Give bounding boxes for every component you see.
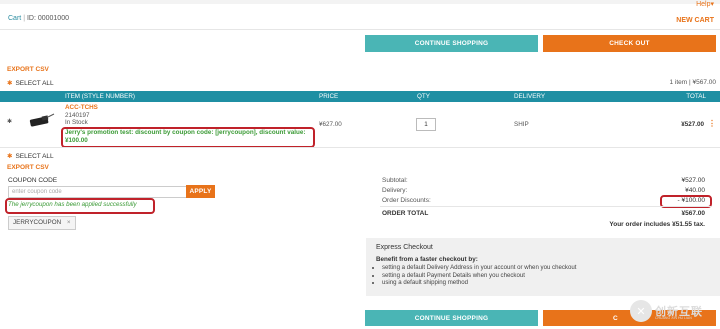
cart-id: ID: 00001000 [26, 15, 69, 22]
select-all-label: SELECT ALL [15, 153, 54, 160]
express-title: Express Checkout [376, 244, 433, 251]
promotion-text: Jerry's promotion test: discount by coup… [65, 129, 305, 144]
continue-shopping-button-bottom[interactable]: CONTINUE SHOPPING [365, 310, 538, 326]
kebab-menu-icon[interactable]: ⋮ [708, 119, 716, 128]
coupon-input[interactable]: enter coupon code [8, 186, 187, 198]
help-link[interactable]: Help▾ [696, 0, 714, 8]
coupon-title: COUPON CODE [8, 177, 58, 184]
star-icon: ✱ [7, 153, 13, 160]
express-benefits: setting a default Delivery Address in yo… [376, 264, 576, 287]
order-total-value: ¥567.00 [681, 210, 706, 217]
coupon-tag: JERRYCOUPON × [8, 216, 76, 230]
select-all-top[interactable]: ✱ SELECT ALL [7, 79, 54, 87]
promotion-line-2: ¥100.00 [65, 136, 88, 144]
row-divider [0, 147, 720, 148]
subtotal-value: ¥527.00 [681, 177, 706, 184]
item-code-link[interactable]: ACC-TCHS [65, 104, 98, 112]
list-item: setting a default Delivery Address in yo… [382, 264, 576, 272]
item-number: 2140197 [65, 111, 90, 119]
cart-title: Cart [8, 15, 22, 22]
stock-status: In Stock [65, 119, 88, 127]
subtotal-label: Subtotal: [382, 177, 408, 184]
col-price: PRICE [319, 93, 339, 100]
delivery-value: ¥40.00 [685, 187, 705, 194]
watermark: ✕ 创新互联 CHUANG XIN HU LIAN [630, 300, 712, 322]
table-header: ITEM (STYLE NUMBER) PRICE QTY DELIVERY T… [0, 91, 720, 102]
coupon-tag-label: JERRYCOUPON [13, 219, 62, 226]
express-subtitle: Benefit from a faster checkout by: [376, 256, 478, 263]
promotion-line-1: Jerry's promotion test: discount by coup… [65, 129, 306, 136]
col-item: ITEM (STYLE NUMBER) [65, 93, 135, 100]
tax-note: Your order includes ¥51.55 tax. [609, 221, 705, 228]
remove-coupon-icon[interactable]: × [67, 219, 71, 226]
col-delivery: DELIVERY [514, 93, 546, 100]
item-total: ¥527.00 [681, 121, 704, 128]
export-csv-link-bottom[interactable]: EXPORT CSV [7, 164, 49, 171]
item-delivery: SHIP [514, 121, 529, 128]
new-cart-link[interactable]: NEW CART [676, 17, 714, 24]
list-item: using a default shipping method [382, 279, 576, 287]
chevron-down-icon: ▾ [710, 1, 714, 8]
apply-coupon-button[interactable]: APPLY [186, 185, 215, 198]
select-all-bottom[interactable]: ✱ SELECT ALL [7, 152, 54, 160]
continue-shopping-button[interactable]: CONTINUE SHOPPING [365, 35, 538, 52]
row-select-icon[interactable]: ✱ [7, 118, 12, 125]
check-out-button[interactable]: CHECK OUT [543, 35, 716, 52]
express-checkout-panel: Express Checkout Benefit from a faster c… [366, 238, 720, 296]
cart-summary: 1 item | ¥567.00 [669, 79, 717, 86]
star-icon: ✱ [7, 80, 13, 87]
order-total-label: ORDER TOTAL [382, 210, 429, 217]
page-title: Cart | ID: 00001000 [8, 15, 69, 22]
quantity-input[interactable]: 1 [416, 118, 436, 131]
header-divider [0, 29, 720, 30]
discounts-value: - ¥100.00 [677, 197, 705, 204]
watermark-logo-icon: ✕ [630, 300, 652, 322]
item-price: ¥627.00 [319, 121, 342, 128]
totals-divider [380, 206, 712, 207]
list-item: setting a default Payment Details when y… [382, 272, 576, 280]
select-all-label: SELECT ALL [15, 80, 54, 87]
col-qty: QTY [417, 93, 430, 100]
check-out-label-partial: C [613, 314, 618, 322]
col-total: TOTAL [686, 93, 706, 100]
delivery-label: Delivery: [382, 187, 408, 194]
discounts-label: Order Discounts: [382, 197, 431, 204]
help-label: Help [696, 1, 711, 8]
coupon-success-message: The jerrycoupon has been applied success… [8, 201, 137, 208]
product-thumbnail[interactable] [26, 111, 56, 131]
item-details: ACC-TCHS 2140197 In Stock [65, 104, 98, 127]
export-csv-link[interactable]: EXPORT CSV [7, 66, 49, 73]
top-bar [0, 0, 720, 4]
watermark-subtext: CHUANG XIN HU LIAN [655, 316, 692, 320]
